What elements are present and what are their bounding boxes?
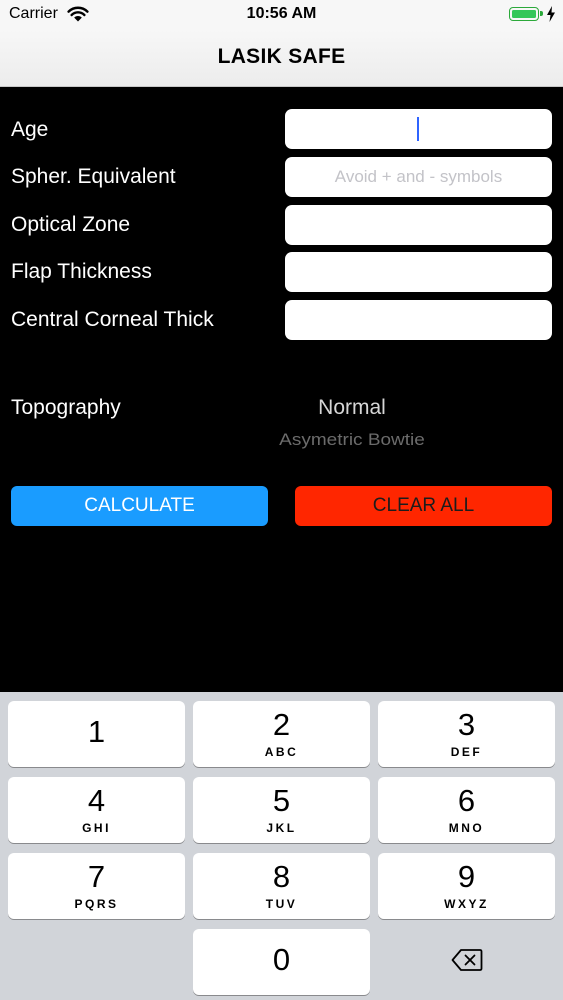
flap-thickness-label: Flap Thickness [11, 260, 152, 283]
navigation-bar: LASIK SAFE [0, 30, 563, 87]
key-3[interactable]: 3 DEF [378, 701, 555, 767]
key-digit: 1 [87, 714, 106, 749]
number-pad-keyboard: 1 2 ABC 3 DEF 4 GHI 5 JKL 6 MNO 7 PQRS 8… [0, 692, 563, 1000]
key-letters: TUV [265, 897, 298, 911]
text-caret [417, 117, 419, 141]
key-letters: ABC [264, 745, 299, 759]
key-digit: 4 [87, 783, 106, 818]
key-digit: 6 [457, 783, 476, 818]
key-digit: 3 [457, 707, 476, 742]
topography-picker-option[interactable]: Asymetric Bowtie [232, 432, 472, 451]
key-7[interactable]: 7 PQRS [8, 853, 185, 919]
key-5[interactable]: 5 JKL [193, 777, 370, 843]
central-corneal-thick-label: Central Corneal Thick [11, 308, 214, 331]
key-8[interactable]: 8 TUV [193, 853, 370, 919]
status-time: 10:56 AM [246, 5, 317, 22]
key-1[interactable]: 1 [8, 701, 185, 767]
key-4[interactable]: 4 GHI [8, 777, 185, 843]
central-corneal-thick-field[interactable] [285, 300, 552, 340]
key-digit: 0 [272, 942, 291, 977]
battery-icon [509, 7, 543, 21]
key-9[interactable]: 9 WXYZ [378, 853, 555, 919]
key-digit: 5 [272, 783, 291, 818]
optical-zone-label: Optical Zone [11, 213, 131, 236]
age-label: Age [11, 118, 49, 141]
key-letters: JKL [266, 821, 297, 835]
page-title: LASIK SAFE [217, 45, 346, 68]
backspace-icon [451, 949, 483, 971]
delete-key[interactable] [378, 928, 555, 994]
key-letters: MNO [448, 821, 485, 835]
spherical-equivalent-placeholder: Avoid + and - symbols [334, 167, 503, 186]
key-0[interactable]: 0 [193, 929, 370, 995]
optical-zone-field[interactable] [285, 205, 552, 245]
spherical-equivalent-label: Spher. Equivalent [11, 165, 176, 188]
key-letters: PQRS [74, 897, 119, 911]
key-letters: WXYZ [444, 897, 489, 911]
key-6[interactable]: 6 MNO [378, 777, 555, 843]
spherical-equivalent-field[interactable]: Avoid + and - symbols [285, 157, 552, 197]
charging-bolt-icon [547, 6, 555, 22]
key-digit: 8 [272, 859, 291, 894]
key-2[interactable]: 2 ABC [193, 701, 370, 767]
key-letters: DEF [450, 745, 483, 759]
topography-picker-selected[interactable]: Normal [252, 396, 452, 420]
key-digit: 2 [272, 707, 291, 742]
topography-label: Topography [11, 396, 121, 419]
clear-all-button[interactable]: CLEAR ALL [295, 486, 552, 526]
calculate-button[interactable]: CALCULATE [11, 486, 268, 526]
status-bar: Carrier 10:56 AM [0, 0, 563, 30]
key-letters: GHI [82, 821, 111, 835]
key-digit: 7 [87, 859, 106, 894]
age-field[interactable] [285, 109, 552, 149]
flap-thickness-field[interactable] [285, 252, 552, 292]
key-digit: 9 [457, 859, 476, 894]
